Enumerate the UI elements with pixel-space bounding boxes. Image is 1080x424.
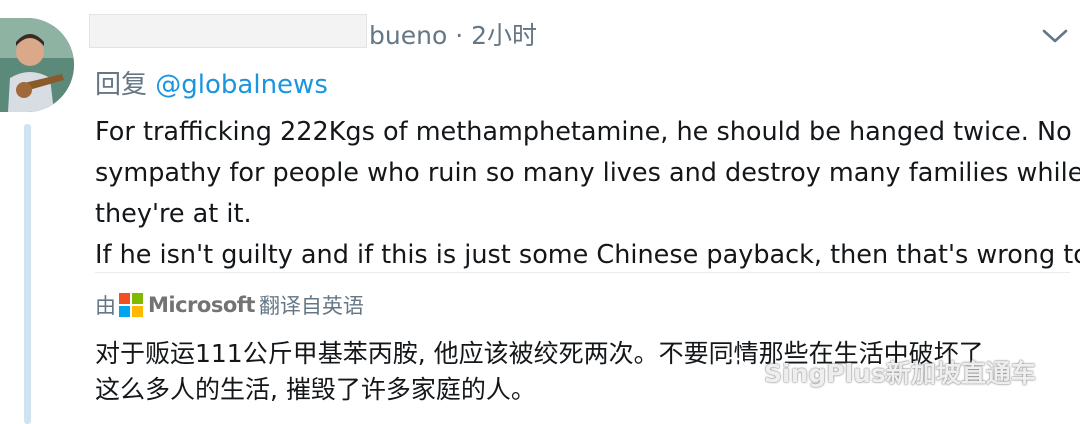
reply-label: 回复 (95, 70, 148, 100)
tweet-text-line: they're at it. (95, 199, 252, 229)
tweet-text-line: sympathy for people who ruin so many liv… (95, 158, 1080, 188)
reply-mention-link[interactable]: @globalnews (155, 70, 328, 100)
redacted-display-name (89, 14, 367, 48)
avatar-photo (0, 18, 74, 112)
user-handle[interactable]: bueno (369, 21, 447, 50)
tweet-text-line: If he isn't guilty and if this is just s… (95, 240, 1080, 270)
chevron-down-icon[interactable] (1040, 26, 1070, 46)
tweet-timestamp[interactable]: 2小时 (471, 21, 537, 50)
translated-by-suffix: 翻译自英语 (258, 294, 364, 318)
meta-separator: · (455, 21, 464, 50)
tweet-text: For trafficking 222Kgs of methamphetamin… (95, 112, 1080, 276)
tweet-meta: bueno · 2小时 (369, 16, 537, 52)
tweet-text-line: For trafficking 222Kgs of methamphetamin… (95, 117, 1072, 147)
thread-line (24, 124, 31, 424)
translation-provider[interactable]: Microsoft (148, 293, 255, 317)
reply-context: 回复 @globalnews (95, 64, 328, 101)
watermark-text: SingPlus新加坡直通车 (764, 359, 1036, 388)
microsoft-logo-icon (119, 293, 143, 317)
wechat-icon (718, 356, 757, 387)
translated-by-prefix: 由 (95, 294, 116, 318)
watermark: SingPlus新加坡直通车 (718, 352, 1036, 392)
translation-divider (95, 272, 1070, 273)
user-avatar[interactable] (0, 18, 74, 112)
translated-by: 由 Microsoft 翻译自英语 (95, 287, 364, 323)
